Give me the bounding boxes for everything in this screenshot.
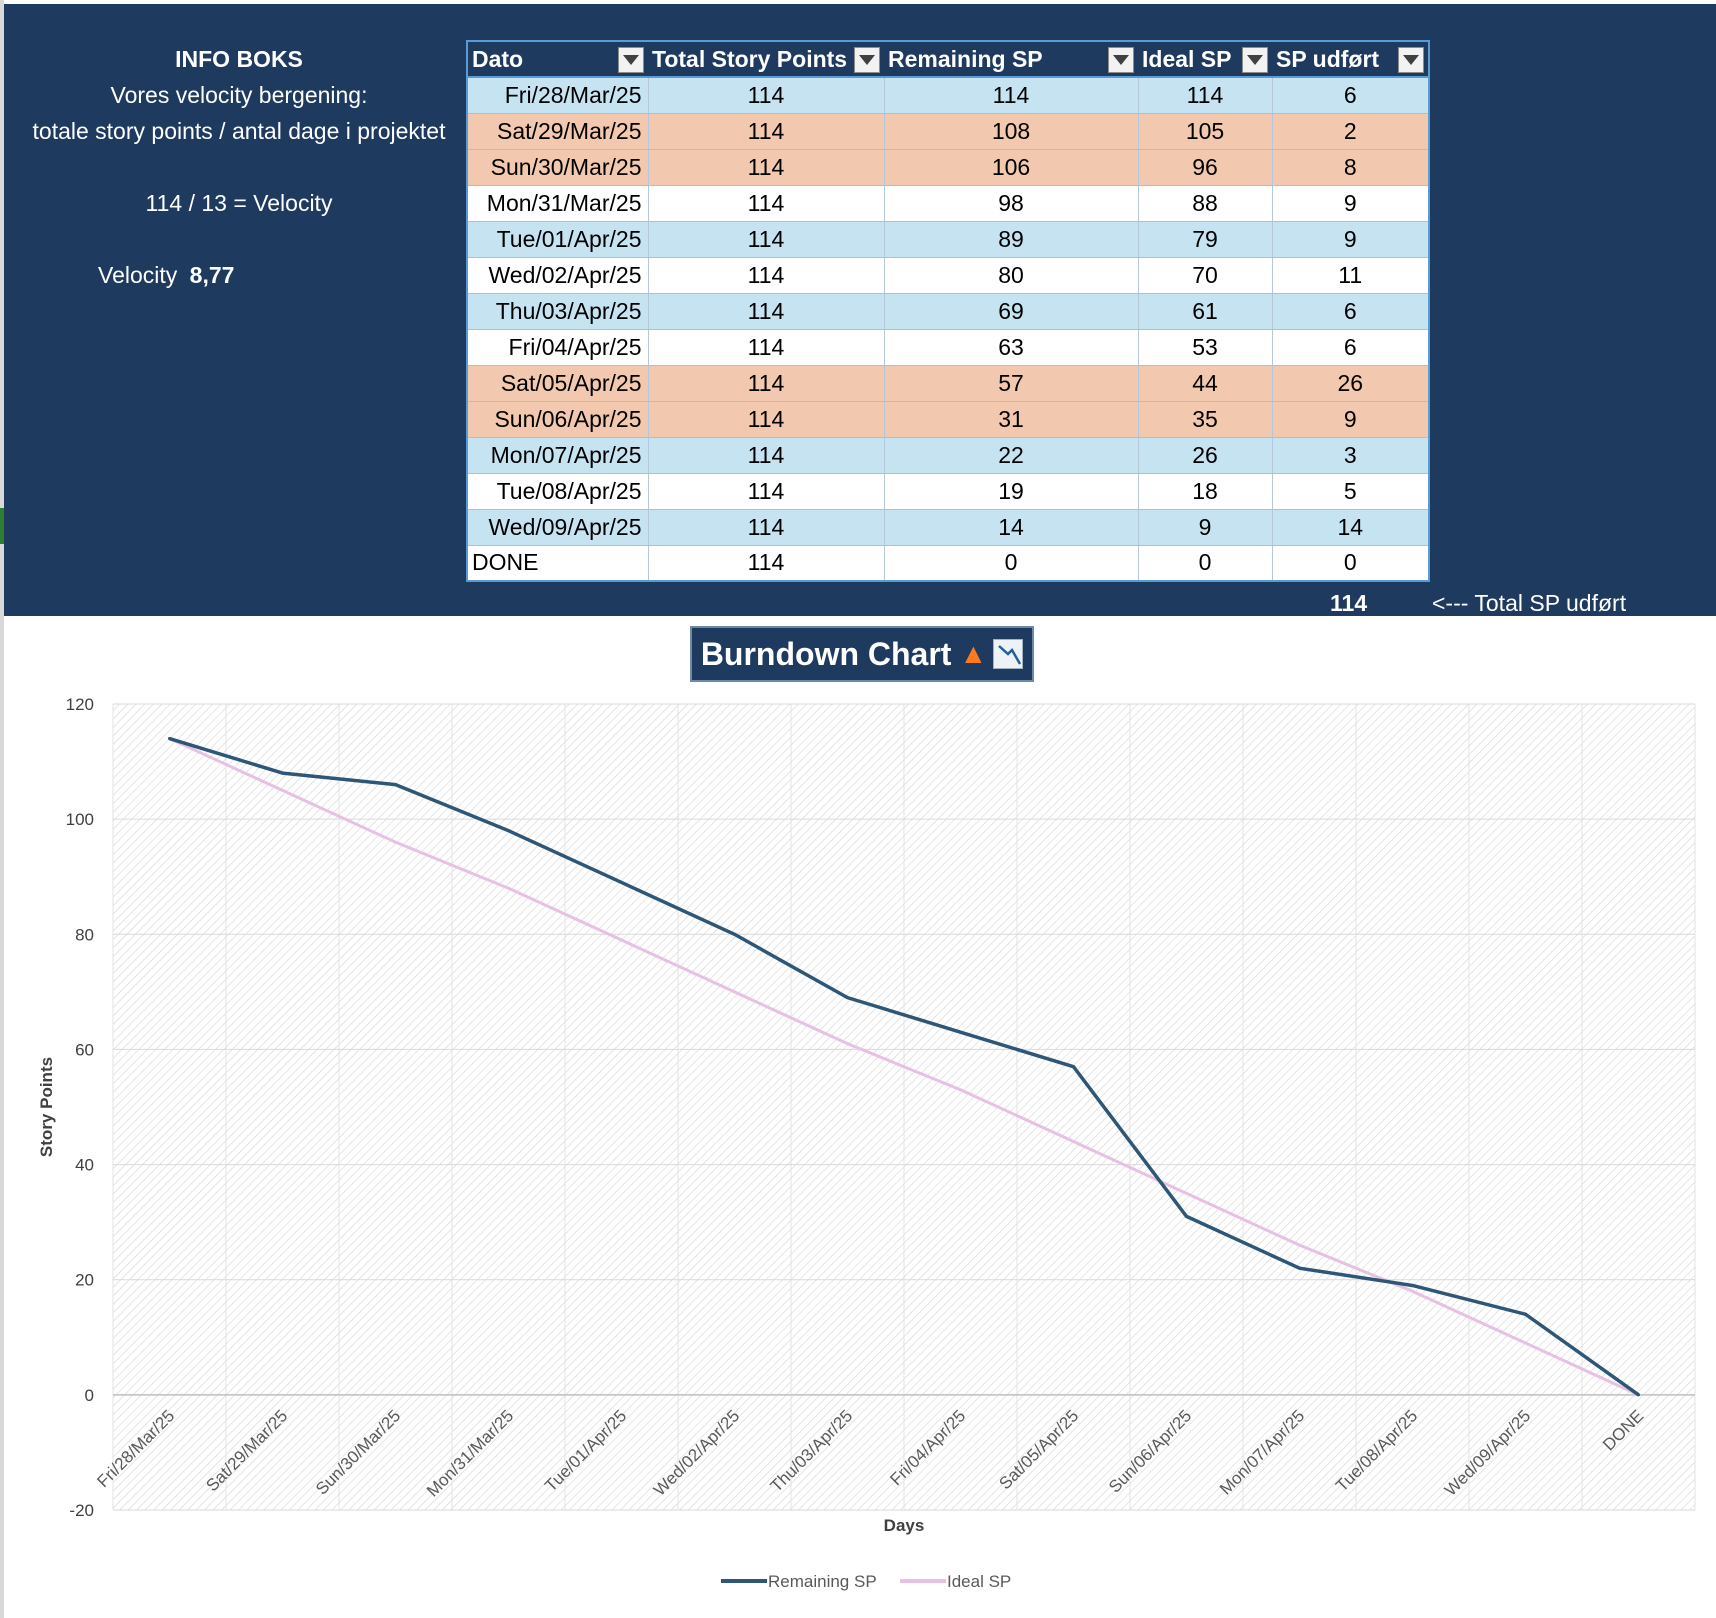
y-tick-label: 80 [75,925,94,944]
data-point [281,788,284,792]
data-point [1524,1341,1527,1345]
burndown-chart: -20020406080100120Fri/28/Mar/25 Sat/29/Ma… [37,695,1696,1591]
y-tick-label: 100 [66,810,94,829]
data-point [507,886,510,890]
data-point [1072,1065,1075,1069]
y-axis-title: Story Points [37,1057,56,1157]
data-point [620,880,623,884]
data-point [959,1030,962,1034]
data-point [394,783,397,787]
data-point [1298,1266,1301,1270]
data-point [1185,1191,1188,1195]
data-point [507,829,510,833]
data-point [620,938,623,942]
y-tick-label: 60 [75,1040,94,1059]
y-tick-label: 120 [66,695,94,714]
y-tick-label: 20 [75,1271,94,1290]
data-point [1185,1214,1188,1218]
y-tick-label: 0 [85,1386,94,1405]
legend-label-remaining-sp: Remaining SP [768,1572,877,1591]
data-point [1524,1312,1527,1316]
data-point [394,840,397,844]
data-point [1411,1289,1414,1293]
data-point [168,737,171,741]
chart-title[interactable]: Burndown Chart ▲ [690,626,1034,682]
y-tick-label: 40 [75,1156,94,1175]
data-point [959,1088,962,1092]
data-point [1298,1243,1301,1247]
y-tick-label: -20 [69,1501,94,1520]
chart-title-text: Burndown Chart [700,635,952,672]
data-point [733,990,736,994]
fire-icon: ▲ [959,638,988,669]
data-point [281,771,284,775]
data-point [1411,1283,1414,1287]
data-point [1637,1393,1640,1397]
legend-label-ideal-sp: Ideal SP [947,1572,1011,1591]
chart-decreasing-icon [993,639,1024,669]
x-axis-title: Days [884,1516,925,1535]
data-point [733,932,736,936]
data-point [846,1042,849,1046]
data-point [1072,1140,1075,1144]
data-point [846,996,849,1000]
